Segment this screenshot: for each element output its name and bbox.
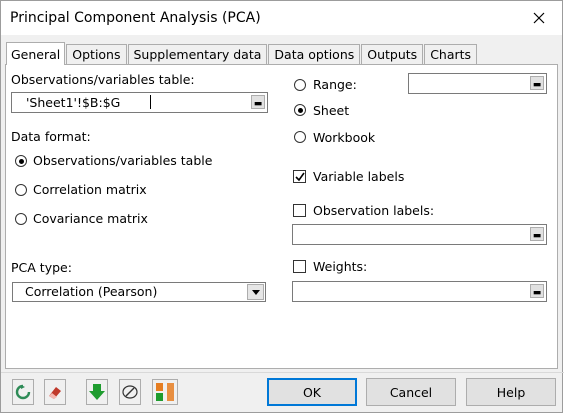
down-arrow-icon (89, 384, 105, 400)
obs-var-table-label: Observations/variables table: (11, 72, 195, 87)
eraser-icon (49, 387, 61, 399)
tab-options[interactable]: Options (66, 44, 127, 64)
obs-var-table-field[interactable]: 'Sheet1'!$B:$G ▬ (11, 92, 268, 113)
radio-covariance-matrix[interactable] (15, 213, 27, 225)
radio-correlation-matrix-label: Correlation matrix (33, 182, 147, 197)
observation-labels-label: Observation labels: (313, 203, 435, 218)
weights-field[interactable]: ▬ (292, 281, 547, 302)
tab-data-options[interactable]: Data options (268, 44, 361, 64)
tab-strip: General Options Supplementary data Data … (6, 41, 478, 65)
variable-labels-label: Variable labels (313, 169, 405, 184)
data-format-label: Data format: (11, 129, 91, 144)
observation-labels-field[interactable]: ▬ (292, 224, 547, 245)
general-panel: Observations/variables table: 'Sheet1'!$… (5, 64, 558, 369)
radio-covariance-matrix-label: Covariance matrix (33, 211, 148, 226)
close-icon (533, 12, 545, 24)
radio-workbook-label: Workbook (313, 130, 376, 145)
tab-charts[interactable]: Charts (424, 44, 478, 64)
observation-labels-select-button[interactable]: ▬ (530, 227, 544, 241)
tab-outputs[interactable]: Outputs (361, 44, 424, 64)
radio-workbook[interactable] (294, 131, 306, 143)
window-title: Principal Component Analysis (PCA) (10, 10, 261, 26)
layout-button[interactable] (152, 379, 178, 405)
text-cursor (150, 95, 151, 109)
footer-separator (1, 372, 564, 373)
pca-dialog: Principal Component Analysis (PCA) Gener… (0, 0, 564, 413)
range-field[interactable]: ▬ (408, 73, 547, 94)
range-select-button[interactable]: ▬ (530, 76, 544, 90)
pca-type-value: Correlation (Pearson) (25, 284, 158, 299)
download-button[interactable] (86, 379, 108, 405)
pca-type-label: PCA type: (11, 260, 72, 275)
title-bar: Principal Component Analysis (PCA) (1, 1, 562, 35)
ok-button[interactable]: OK (267, 378, 357, 406)
cancel-button[interactable]: Cancel (366, 378, 456, 406)
clear-button[interactable] (44, 379, 66, 405)
selection-tool-button[interactable] (119, 379, 141, 405)
chevron-down-icon (251, 289, 260, 295)
layout-blocks-icon (156, 383, 174, 401)
radio-obs-var-table-label: Observations/variables table (33, 153, 213, 168)
observation-labels-checkbox[interactable] (293, 204, 306, 217)
obs-var-table-value: 'Sheet1'!$B:$G (26, 95, 121, 110)
collapse-icon: ▬ (532, 288, 542, 298)
obs-var-select-button[interactable]: ▬ (251, 95, 265, 109)
collapse-icon: ▬ (532, 231, 542, 241)
selection-tool-icon (122, 385, 138, 399)
weights-checkbox[interactable] (293, 260, 306, 273)
weights-select-button[interactable]: ▬ (530, 284, 544, 298)
variable-labels-checkbox[interactable] (293, 170, 306, 183)
radio-obs-var-table[interactable] (15, 155, 27, 167)
radio-sheet-label: Sheet (313, 103, 350, 118)
reset-button[interactable] (12, 379, 34, 405)
close-button[interactable] (516, 1, 562, 35)
collapse-icon: ▬ (532, 80, 542, 90)
tab-supplementary-data[interactable]: Supplementary data (127, 44, 268, 64)
weights-label: Weights: (313, 259, 368, 274)
pca-type-select[interactable]: Correlation (Pearson) (12, 282, 266, 302)
pca-type-dropdown-button[interactable] (247, 284, 264, 300)
help-button[interactable]: Help (466, 378, 556, 406)
radio-sheet[interactable] (294, 104, 306, 116)
radio-range-label: Range: (313, 77, 357, 92)
check-icon (294, 172, 305, 181)
radio-range[interactable] (294, 79, 306, 91)
tab-general[interactable]: General (6, 42, 66, 65)
refresh-icon (15, 384, 31, 400)
radio-correlation-matrix[interactable] (15, 184, 27, 196)
collapse-icon: ▬ (253, 99, 263, 109)
